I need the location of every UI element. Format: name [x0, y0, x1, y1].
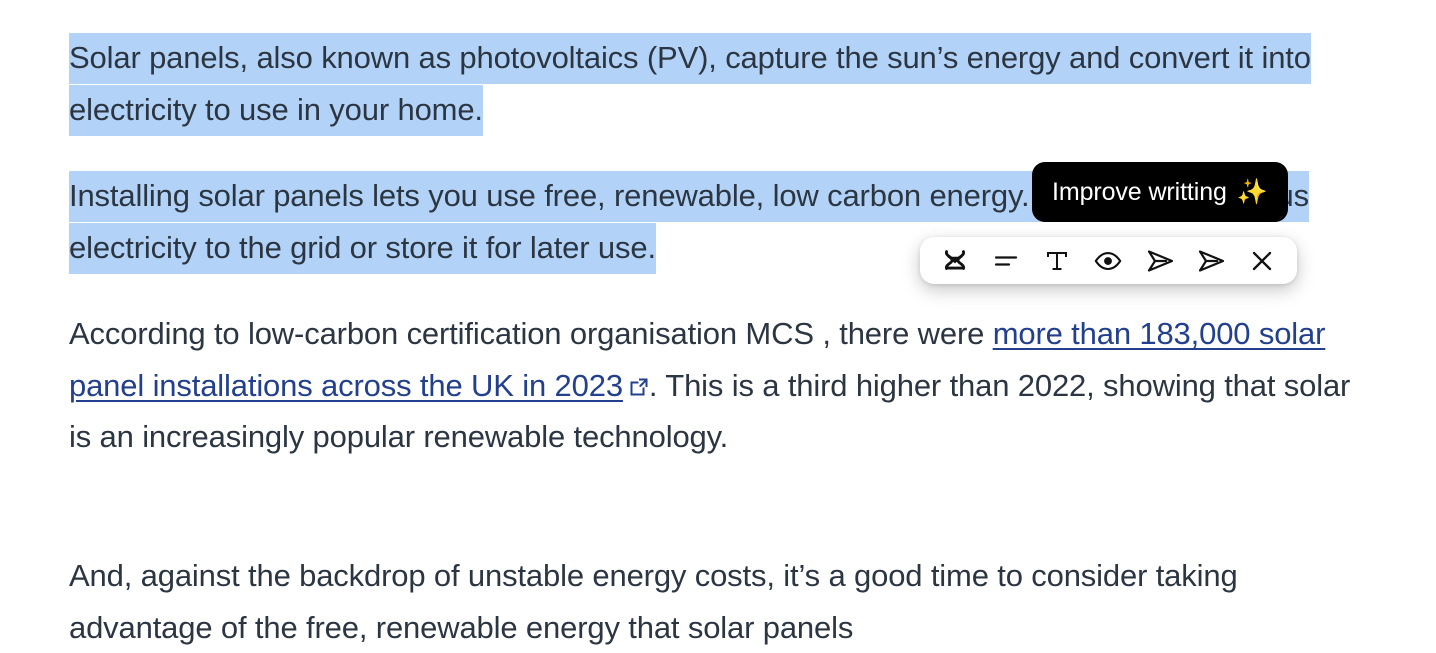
paragraph-3[interactable]: According to low-carbon certification or… — [69, 308, 1369, 463]
improve-writing-icon — [940, 246, 970, 276]
preview-button[interactable] — [1089, 242, 1127, 280]
sparkles-icon: ✨ — [1236, 177, 1268, 206]
send-alt-button[interactable] — [1192, 242, 1230, 280]
paragraph-1[interactable]: Solar panels, also known as photovoltaic… — [69, 32, 1339, 136]
paragraph-3-lead: According to low-carbon certification or… — [69, 316, 993, 351]
selection-toolbar[interactable] — [920, 237, 1297, 284]
send-icon — [1144, 245, 1176, 277]
text-format-button[interactable] — [1038, 242, 1076, 280]
tooltip-label: Improve writting — [1052, 177, 1227, 206]
text-format-icon — [1043, 247, 1071, 275]
paragraph-4[interactable]: And, against the backdrop of unstable en… — [69, 550, 1329, 653]
improve-writing-tooltip: Improve writting ✨ — [1032, 162, 1288, 222]
close-icon — [1249, 248, 1275, 274]
summarize-button[interactable] — [987, 242, 1025, 280]
summarize-icon — [992, 247, 1020, 275]
send-alt-icon — [1195, 245, 1227, 277]
send-button[interactable] — [1141, 242, 1179, 280]
improve-writing-button[interactable] — [936, 242, 974, 280]
external-link-icon — [629, 377, 649, 397]
close-button[interactable] — [1243, 242, 1281, 280]
selected-text-1[interactable]: Solar panels, also known as photovoltaic… — [69, 33, 1311, 136]
eye-icon — [1093, 246, 1123, 276]
paragraph-4-text: And, against the backdrop of unstable en… — [69, 558, 1238, 645]
